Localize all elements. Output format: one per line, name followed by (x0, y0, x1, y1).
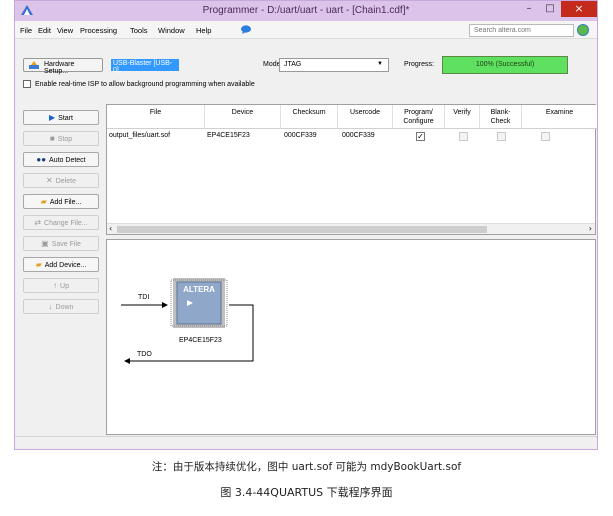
hardware-setup-label: Hardware Setup... (44, 61, 75, 75)
figure-caption: 图 3.4-44QUARTUS 下载程序界面 (220, 486, 393, 499)
isp-option[interactable]: Enable real-time ISP to allow background… (23, 80, 255, 88)
cell-usercode: 000CF339 (342, 132, 375, 139)
header-file[interactable]: File (107, 105, 205, 129)
binoculars-icon: ●● (36, 155, 47, 164)
cell-device: EP4CE15F23 (207, 132, 250, 139)
delete-icon: ✕ (46, 176, 53, 185)
close-button[interactable]: × (561, 1, 597, 17)
delete-button[interactable]: ✕ Delete (23, 173, 99, 188)
menu-tools[interactable]: Tools (130, 26, 148, 35)
add-file-icon: ▰ (40, 197, 47, 206)
globe-icon[interactable] (577, 24, 589, 36)
up-button[interactable]: ↑ Up (23, 278, 99, 293)
progress-bar: 100% (Successful) (442, 56, 568, 74)
mode-value: JTAG (284, 61, 302, 68)
tdo-label: TDO (137, 351, 152, 358)
chip-logo: ALTERA (183, 285, 215, 294)
add-device-button[interactable]: ▰ Add Device... (23, 257, 99, 272)
chain-svg: TDI ALTERA EP4CE15F23 TDO (121, 278, 254, 364)
examine-checkbox[interactable] (541, 132, 550, 141)
jtag-chain-diagram: TDI ALTERA EP4CE15F23 TDO (106, 239, 596, 435)
progress-text: 100% (Successful) (475, 61, 535, 68)
scroll-thumb[interactable] (117, 226, 487, 233)
program-configure-checkbox[interactable]: ✓ (416, 132, 425, 141)
blank-check-checkbox[interactable] (497, 132, 506, 141)
left-button-panel: ▶ Start ■ Stop ●● Auto Detect ✕ Delete ▰ Add … (20, 104, 102, 434)
change-file-icon: ⇄ (34, 218, 42, 227)
menu-help[interactable]: Help (196, 26, 211, 35)
title-bar: Programmer - D:/uart/uart - uart - [Chai… (15, 1, 597, 21)
header-device[interactable]: Device (205, 105, 281, 129)
hardware-icon (29, 61, 39, 69)
programmer-window: Programmer - D:/uart/uart - uart - [Chai… (14, 0, 598, 450)
scroll-left-icon[interactable]: ‹ (109, 224, 112, 233)
stop-icon: ■ (49, 134, 55, 143)
note-caption: 注：由于版本持续优化，图中 uart.sof 可能为 mdyBookUart.s… (151, 461, 462, 473)
progress-label: Progress: (404, 61, 434, 68)
header-checksum[interactable]: Checksum (281, 105, 338, 129)
tdi-label: TDI (138, 294, 149, 301)
menu-edit[interactable]: Edit (38, 26, 51, 35)
auto-detect-button[interactable]: ●● Auto Detect (23, 152, 99, 167)
header-usercode[interactable]: Usercode (338, 105, 393, 129)
menu-processing[interactable]: Processing (80, 26, 117, 35)
chevron-down-icon: ▼ (377, 61, 383, 67)
help-bubble-icon[interactable] (241, 25, 251, 34)
change-file-button[interactable]: ⇄ Change File... (23, 215, 99, 230)
header-program-configure[interactable]: Program/ Configure (393, 105, 445, 129)
menu-file[interactable]: File (20, 26, 32, 35)
down-icon: ↓ (48, 302, 53, 311)
hardware-setup-button[interactable]: Hardware Setup... (23, 58, 103, 75)
status-bar (15, 436, 597, 449)
play-icon: ▶ (49, 113, 56, 122)
horizontal-scrollbar[interactable]: ‹ › (107, 223, 595, 234)
menu-bar: File Edit View Processing Tools Window H… (15, 21, 597, 39)
hardware-field[interactable]: USB-Blaster [USB-0] (111, 59, 179, 74)
cell-checksum: 000CF339 (284, 132, 317, 139)
chip-name: EP4CE15F23 (179, 337, 222, 344)
down-button[interactable]: ↓ Down (23, 299, 99, 314)
header-verify[interactable]: Verify (445, 105, 480, 129)
isp-label: Enable real-time ISP to allow background… (35, 80, 255, 88)
save-file-button[interactable]: ▣ Save File (23, 236, 99, 251)
menu-window[interactable]: Window (158, 26, 185, 35)
verify-checkbox[interactable] (459, 132, 468, 141)
save-icon: ▣ (41, 239, 49, 248)
scroll-right-icon[interactable]: › (589, 224, 592, 233)
window-title: Programmer - D:/uart/uart - uart - [Chai… (202, 5, 410, 16)
menu-view[interactable]: View (57, 26, 73, 35)
header-blank-check[interactable]: Blank- Check (480, 105, 522, 129)
up-icon: ↑ (53, 281, 58, 290)
isp-checkbox[interactable] (23, 80, 31, 88)
minimize-button[interactable]: – (519, 1, 539, 17)
search-input[interactable] (469, 24, 574, 37)
add-file-button[interactable]: ▰ Add File... (23, 194, 99, 209)
stop-button[interactable]: ■ Stop (23, 131, 99, 146)
start-button[interactable]: ▶ Start (23, 110, 99, 125)
device-table: File Device Checksum Usercode Program/ C… (106, 104, 597, 235)
cell-file: output_files/uart.sof (109, 132, 171, 139)
header-examine[interactable]: Examine (522, 105, 597, 129)
fpga-chip[interactable]: ALTERA (170, 278, 228, 328)
mode-select[interactable]: JTAG ▼ (279, 58, 389, 72)
maximize-button[interactable]: □ (539, 1, 561, 17)
add-device-icon: ▰ (35, 260, 42, 269)
